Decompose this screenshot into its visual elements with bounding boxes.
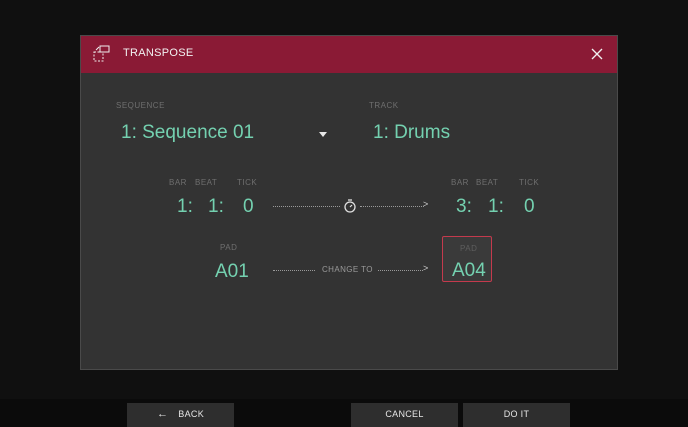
to-tick-label: TICK (519, 178, 540, 187)
from-pad-value[interactable]: A01 (215, 261, 249, 283)
to-bar-value[interactable]: 3: (456, 196, 472, 218)
pad-connector-left (273, 270, 315, 271)
track-dropdown[interactable]: 1: Drums (369, 120, 579, 148)
close-icon[interactable] (587, 44, 607, 64)
dialog-header: TRANSPOSE (81, 36, 617, 73)
to-pad-selector[interactable]: PAD A04 (442, 236, 492, 282)
arrow-left-icon: ← (156, 408, 169, 420)
pad-arrowhead: > (423, 263, 429, 273)
track-value: 1: Drums (373, 122, 451, 143)
to-pad-label: PAD (460, 244, 478, 253)
change-to-label: CHANGE TO (322, 265, 373, 274)
from-beat-label: BEAT (195, 178, 218, 187)
from-pad-label: PAD (220, 243, 238, 252)
back-label: BACK (178, 409, 205, 419)
bottom-bar (0, 399, 688, 427)
dialog-title: TRANSPOSE (123, 47, 194, 59)
do-it-button[interactable]: DO IT (463, 403, 570, 427)
time-arrowhead: > (423, 199, 429, 209)
time-connector-right (360, 206, 424, 207)
stopwatch-icon (344, 199, 356, 213)
track-label: TRACK (369, 101, 399, 110)
caret-down-icon (319, 132, 327, 137)
transpose-icon (93, 45, 110, 62)
to-tick-value[interactable]: 0 (524, 196, 535, 218)
sequence-label: SEQUENCE (116, 101, 165, 110)
from-bar-label: BAR (169, 178, 187, 187)
time-connector-left (273, 206, 340, 207)
pad-connector-right (378, 270, 423, 271)
transpose-dialog: TRANSPOSE SEQUENCE 1: Sequence 01 TRACK … (80, 35, 618, 370)
from-tick-value[interactable]: 0 (243, 196, 254, 218)
to-beat-label: BEAT (476, 178, 499, 187)
to-pad-value: A04 (452, 260, 486, 281)
from-beat-value[interactable]: 1: (208, 196, 224, 218)
cancel-button[interactable]: CANCEL (351, 403, 458, 427)
sequence-dropdown[interactable]: 1: Sequence 01 (116, 120, 346, 148)
to-beat-value[interactable]: 1: (488, 196, 504, 218)
sequence-value: 1: Sequence 01 (121, 122, 255, 143)
back-button[interactable]: ← BACK (127, 403, 234, 427)
from-tick-label: TICK (237, 178, 258, 187)
from-bar-value[interactable]: 1: (177, 196, 193, 218)
to-bar-label: BAR (451, 178, 469, 187)
